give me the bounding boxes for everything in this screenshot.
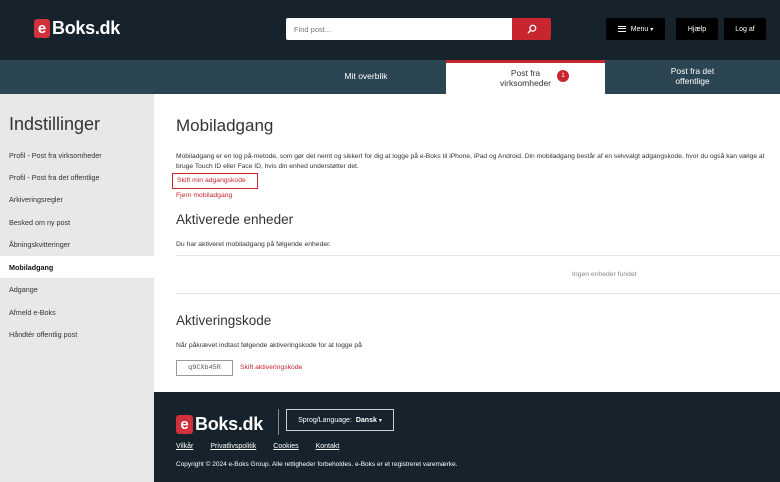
language-selector[interactable]: Sprog/Language: Dansk ▾ xyxy=(286,409,394,431)
settings-sidebar: Indstillinger Profil - Post fra virksomh… xyxy=(0,94,154,482)
sidebar-item-public-mail[interactable]: Håndtér offentlig post xyxy=(0,323,154,345)
no-devices-text: Ingen enheder fundet xyxy=(572,271,637,278)
mobile-access-description: Mobiladgang er en log på-metode, som gør… xyxy=(176,153,765,170)
eboks-logo[interactable]: e Boks.dk xyxy=(34,18,120,39)
logo-e-mark: e xyxy=(34,19,50,38)
logo-wordmark: Boks.dk xyxy=(52,18,120,38)
devices-text: Du har aktiveret mobiladgang på følgende… xyxy=(176,241,331,248)
top-header: e Boks.dk Menu ▾ Hjælp Log af xyxy=(0,0,780,60)
footer-link-contact[interactable]: Kontakt xyxy=(316,443,340,450)
activation-heading: Aktiveringskode xyxy=(176,313,272,328)
tab-business-mail[interactable]: Post fra virksomheder 1 xyxy=(446,60,605,94)
logout-button[interactable]: Log af xyxy=(724,18,766,40)
main-content: Mobiladgang Mobiladgang er en log på-met… xyxy=(154,94,780,392)
footer-link-cookies[interactable]: Cookies xyxy=(273,443,298,450)
copyright-text: Copyright © 2024 e-Boks Group. Alle rett… xyxy=(176,461,458,468)
remove-mobile-access-link[interactable]: Fjern mobiladgang xyxy=(176,192,232,199)
tab-overview[interactable]: Mit overblik xyxy=(286,60,446,94)
footer-link-terms[interactable]: Vilkår xyxy=(176,443,193,450)
tab-business-label: Post fra virksomheder xyxy=(499,67,552,88)
sidebar-item-mobile-access[interactable]: Mobiladgang xyxy=(0,256,154,278)
menu-label: Menu xyxy=(630,25,649,33)
chevron-down-icon: ▾ xyxy=(650,26,654,33)
main-tabs: Mit overblik Post fra virksomheder 1 Pos… xyxy=(0,60,780,94)
sidebar-item-read-receipts[interactable]: Åbningskvitteringer xyxy=(0,233,154,255)
footer-logo-e-mark: e xyxy=(176,415,193,434)
footer-separator xyxy=(278,409,279,435)
sidebar-title: Indstillinger xyxy=(9,114,101,134)
devices-heading: Aktiverede enheder xyxy=(176,212,294,227)
footer-links: Vilkår Privatlivspolitik Cookies Kontakt xyxy=(176,443,356,450)
footer-logo[interactable]: e Boks.dk xyxy=(176,414,263,435)
sidebar-item-unsubscribe[interactable]: Afmeld e-Boks xyxy=(0,301,154,323)
language-value: Dansk xyxy=(355,416,377,424)
site-footer: e Boks.dk Sprog/Language: Dansk ▾ Vilkår… xyxy=(154,392,780,482)
search-icon xyxy=(527,24,536,34)
sidebar-item-access[interactable]: Adgange xyxy=(0,278,154,300)
language-label: Sprog/Language: xyxy=(298,416,352,424)
chevron-down-icon: ▾ xyxy=(378,417,382,424)
unread-badge: 1 xyxy=(557,70,569,82)
devices-divider-bottom xyxy=(176,293,780,294)
page-title: Mobiladgang xyxy=(176,116,274,135)
help-button[interactable]: Hjælp xyxy=(676,18,718,40)
sidebar-item-new-mail-notice[interactable]: Besked om ny post xyxy=(0,211,154,233)
footer-logo-wordmark: Boks.dk xyxy=(195,414,263,434)
search-button[interactable] xyxy=(512,18,551,40)
sidebar-item-profile-business[interactable]: Profil - Post fra virksomheder xyxy=(0,144,154,166)
menu-button[interactable]: Menu ▾ xyxy=(606,18,665,40)
footer-link-privacy[interactable]: Privatlivspolitik xyxy=(210,443,256,450)
search-input[interactable] xyxy=(286,18,512,40)
sidebar-item-profile-public[interactable]: Profil - Post fra det offentlige xyxy=(0,166,154,188)
activation-code-box: q9CXb45R xyxy=(176,360,233,376)
activation-text: Når påkrævet indtast følgende aktivering… xyxy=(176,342,362,349)
tab-public-mail[interactable]: Post fra det offentlige xyxy=(605,60,780,94)
sidebar-item-archive-rules[interactable]: Arkiveringsregler xyxy=(0,188,154,210)
hamburger-icon xyxy=(617,26,626,32)
devices-divider xyxy=(176,255,780,256)
change-password-link[interactable]: Skift min adgangskode xyxy=(172,173,258,189)
change-activation-code-link[interactable]: Skift aktiveringskode xyxy=(240,364,302,371)
